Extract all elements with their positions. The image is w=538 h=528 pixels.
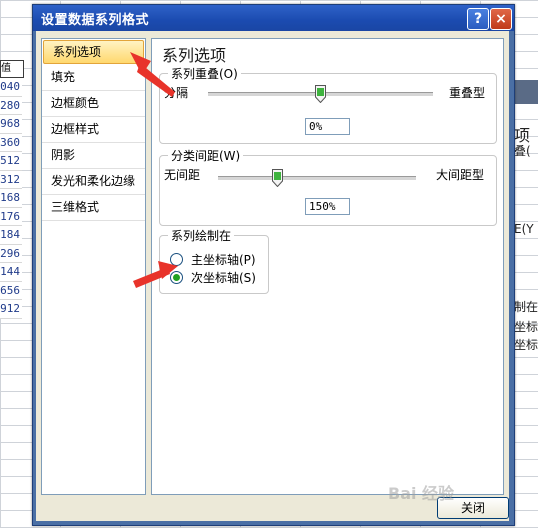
series-overlap-group: 系列重叠(O) 分隔 重叠型 0% xyxy=(159,65,497,144)
dialog-titlebar[interactable]: 设置数据系列格式 ? × xyxy=(33,5,514,31)
sheet-cell[interactable]: 656 xyxy=(0,281,22,300)
secondary-axis-label: 次坐标轴(S) xyxy=(191,271,256,285)
primary-axis-label: 主坐标轴(P) xyxy=(191,253,256,267)
sheet-cell[interactable]: 312 xyxy=(0,170,22,189)
dialog-client-area: 系列选项 填充 边框颜色 边框样式 阴影 发光和柔化边缘 三维格式 系列选项 系… xyxy=(36,31,509,521)
help-button[interactable]: ? xyxy=(467,8,489,30)
sheet-cell[interactable]: 168 xyxy=(0,189,22,208)
primary-axis-radio[interactable] xyxy=(170,253,183,266)
sheet-cell[interactable]: 360 xyxy=(0,133,22,152)
background-panel-header xyxy=(514,80,538,104)
close-icon[interactable]: × xyxy=(490,8,512,30)
primary-axis-option[interactable]: 主坐标轴(P) xyxy=(170,251,256,268)
background-fragment: E(Y xyxy=(514,222,534,236)
overlap-slider-thumb[interactable] xyxy=(315,85,326,103)
background-fragment: 叠( xyxy=(514,144,531,158)
nav-item-border-style[interactable]: 边框样式 xyxy=(42,117,145,143)
background-fragment: 坐标轴 xyxy=(514,338,538,352)
series-overlap-legend: 系列重叠(O) xyxy=(168,65,241,82)
sheet-cell[interactable]: 040 xyxy=(0,78,22,97)
dialog-title: 设置数据系列格式 xyxy=(41,13,150,28)
sheet-cell[interactable]: 912 xyxy=(0,300,22,319)
watermark: Bai 经验 xyxy=(388,484,455,503)
plot-series-on-legend: 系列绘制在 xyxy=(168,227,235,244)
panel-title: 系列选项 xyxy=(162,46,227,65)
nav-item-border-color[interactable]: 边框颜色 xyxy=(42,91,145,117)
secondary-axis-option[interactable]: 次坐标轴(S) xyxy=(170,269,256,286)
sheet-cell[interactable]: 296 xyxy=(0,244,22,263)
gap-value-input[interactable]: 150% xyxy=(305,198,350,215)
background-fragment: 坐标轴 xyxy=(514,320,538,334)
secondary-axis-radio[interactable] xyxy=(170,271,183,284)
sheet-cell[interactable]: 968 xyxy=(0,115,22,134)
sheet-value-column: 040 280 968 360 512 312 168 176 184 296 … xyxy=(0,78,22,319)
gap-width-group: 分类间距(W) 无间距 大间距型 150% xyxy=(159,147,497,226)
gap-min-label: 无间距 xyxy=(164,168,201,182)
gap-max-label: 大间距型 xyxy=(436,168,485,182)
plot-series-on-group: 系列绘制在 主坐标轴(P) 次坐标轴(S) xyxy=(159,227,269,294)
nav-item-glow-soft-edges[interactable]: 发光和柔化边缘 xyxy=(42,169,145,195)
sheet-header-cell: 值 xyxy=(0,60,24,78)
nav-item-shadow[interactable]: 阴影 xyxy=(42,143,145,169)
nav-item-series-options[interactable]: 系列选项 xyxy=(43,40,144,64)
sheet-cell[interactable]: 184 xyxy=(0,226,22,245)
category-nav: 系列选项 填充 边框颜色 边框样式 阴影 发光和柔化边缘 三维格式 xyxy=(41,38,146,495)
series-options-panel: 系列选项 系列重叠(O) 分隔 重叠型 0% 分类间距(W) 无间距 大间距型 xyxy=(151,38,504,495)
gap-width-legend: 分类间距(W) xyxy=(168,147,244,164)
gap-slider-track[interactable] xyxy=(218,176,416,181)
sheet-cell[interactable]: 176 xyxy=(0,207,22,226)
overlap-min-label: 分隔 xyxy=(164,86,189,100)
sheet-cell[interactable]: 512 xyxy=(0,152,22,171)
overlap-value-input[interactable]: 0% xyxy=(305,118,350,135)
gap-slider-thumb[interactable] xyxy=(271,169,283,187)
overlap-max-label: 重叠型 xyxy=(449,86,486,100)
background-fragment: 制在 xyxy=(514,300,538,314)
nav-item-fill[interactable]: 填充 xyxy=(42,65,145,91)
sheet-cell[interactable]: 280 xyxy=(0,96,22,115)
sheet-cell[interactable]: 144 xyxy=(0,263,22,282)
format-data-series-dialog: 设置数据系列格式 ? × 系列选项 填充 边框颜色 边框样式 阴影 发光和柔化边… xyxy=(32,4,515,526)
nav-item-3d-format[interactable]: 三维格式 xyxy=(42,195,145,221)
